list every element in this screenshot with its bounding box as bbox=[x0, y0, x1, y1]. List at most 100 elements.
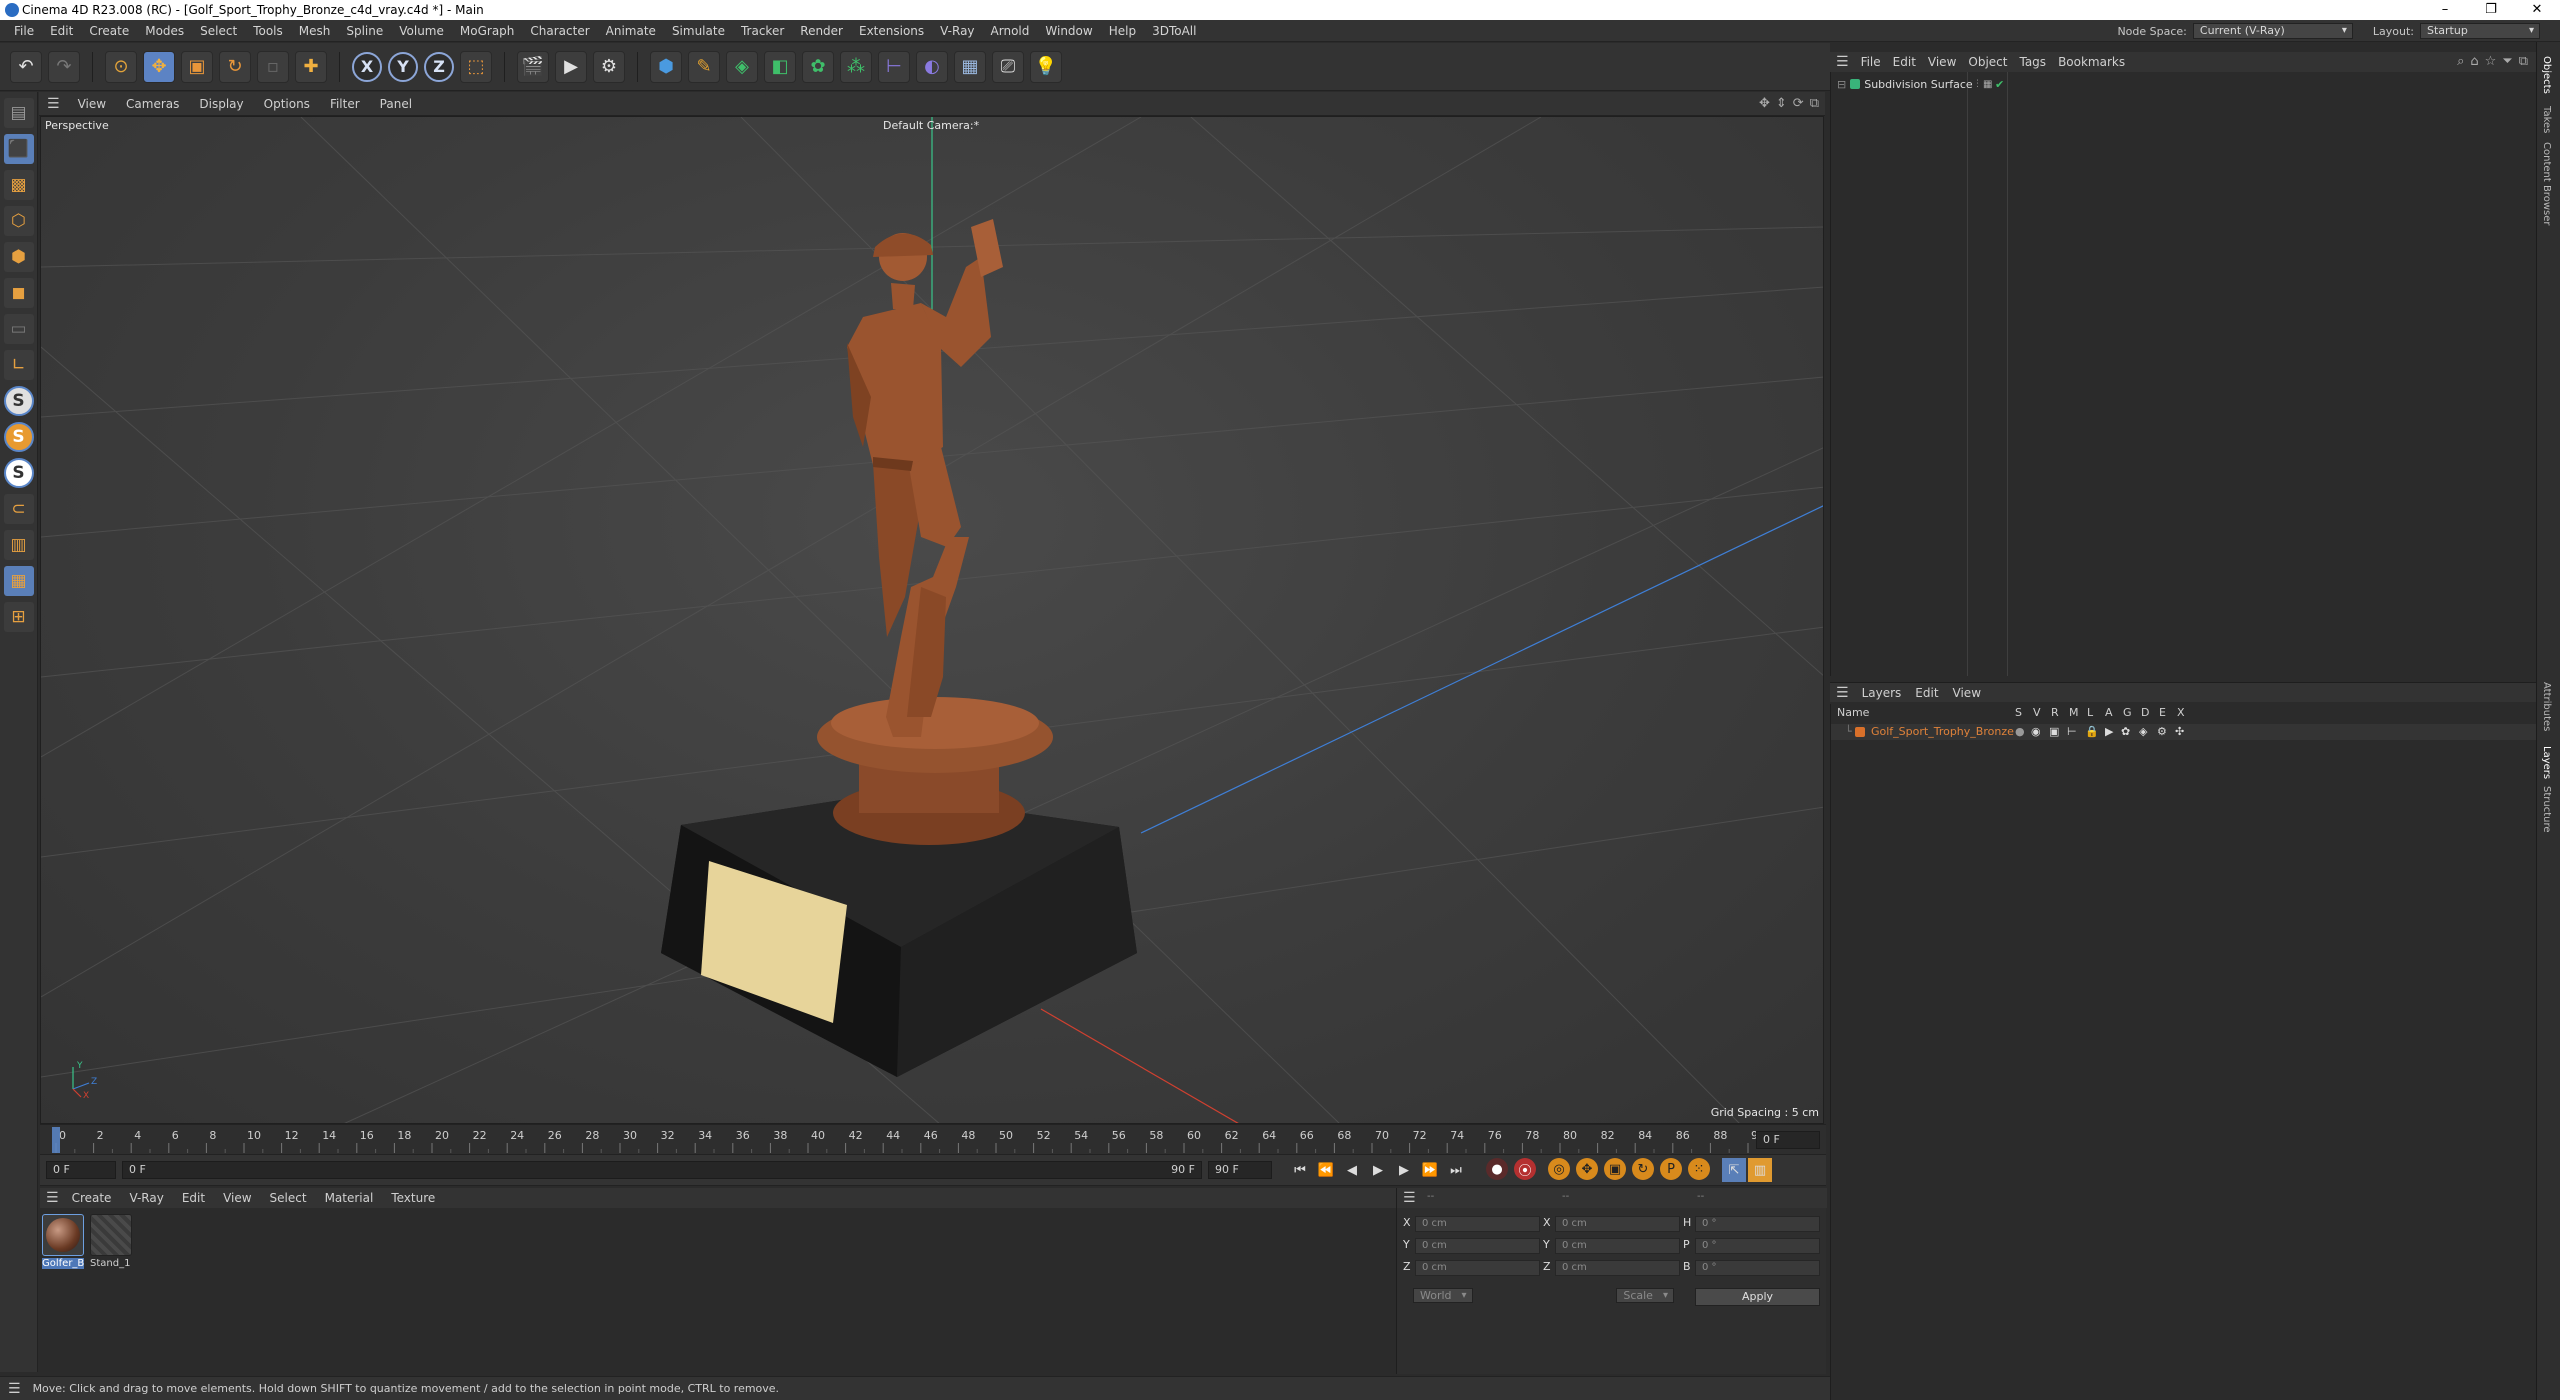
add-tool-icon[interactable]: ✚ bbox=[295, 50, 327, 83]
undo-button[interactable]: ↶ bbox=[10, 50, 42, 83]
grid-lock-icon[interactable]: ▦ bbox=[3, 566, 34, 596]
layer-xref-icon[interactable]: ✣ bbox=[2175, 725, 2184, 738]
object-menu-view[interactable]: View bbox=[1922, 55, 1962, 69]
material-menu-edit[interactable]: Edit bbox=[173, 1191, 214, 1205]
y-axis-lock-button[interactable]: Y bbox=[388, 51, 418, 82]
close-button[interactable]: ✕ bbox=[2514, 0, 2560, 20]
viewport-menu-filter[interactable]: Filter bbox=[322, 97, 368, 111]
render-settings-icon[interactable]: ⚙ bbox=[593, 50, 625, 83]
record-active-objects-icon[interactable]: ● bbox=[1486, 1158, 1508, 1180]
model-mode-icon[interactable]: ⬛ bbox=[3, 134, 34, 164]
layer-animation-icon[interactable]: ▶ bbox=[2105, 725, 2113, 738]
menu-simulate[interactable]: Simulate bbox=[664, 24, 733, 38]
position-x-field[interactable]: 0 cm bbox=[1415, 1216, 1540, 1232]
rotation-h-field[interactable]: 0 ° bbox=[1695, 1216, 1820, 1232]
rotation-p-field[interactable]: 0 ° bbox=[1695, 1238, 1820, 1254]
position-z-field[interactable]: 0 cm bbox=[1415, 1260, 1540, 1276]
keyframe-selection-icon[interactable]: ◎ bbox=[1548, 1158, 1570, 1180]
coordinate-system-icon[interactable]: ⬚ bbox=[460, 50, 492, 83]
menu-3dtoall[interactable]: 3DToAll bbox=[1144, 24, 1204, 38]
object-expand-icon[interactable]: ⊟ bbox=[1837, 78, 1846, 91]
layer-col-expressions[interactable]: E bbox=[2159, 706, 2166, 719]
menu-tools[interactable]: Tools bbox=[245, 24, 291, 38]
layer-col-view[interactable]: V bbox=[2033, 706, 2041, 719]
rotate-tool-icon[interactable]: ↻ bbox=[219, 50, 251, 83]
menu-vray[interactable]: V-Ray bbox=[932, 24, 982, 38]
menu-help[interactable]: Help bbox=[1101, 24, 1144, 38]
timeline-ruler[interactable]: 0 2 4 6 8 10 12 14 16 18 20 22 24 26 28 30 32 34 36 38 40 42 4… bbox=[40, 1124, 1826, 1154]
enabled-check-icon[interactable]: ✔ bbox=[1995, 78, 2004, 91]
pan-icon[interactable]: ✥ bbox=[1759, 96, 1770, 111]
object-menu-edit[interactable]: Edit bbox=[1887, 55, 1922, 69]
live-selection-tool-icon[interactable]: ⊙ bbox=[105, 50, 137, 83]
viewport-menu-display[interactable]: Display bbox=[191, 97, 251, 111]
layer-expression-icon[interactable]: ⚙ bbox=[2157, 725, 2167, 738]
zoom-icon[interactable]: ⇕ bbox=[1776, 96, 1787, 111]
recent-tool-icon[interactable]: ▫ bbox=[257, 50, 289, 83]
render-region-icon[interactable]: 🎬 bbox=[517, 50, 549, 83]
previous-frame-icon[interactable]: ◀ bbox=[1340, 1158, 1364, 1182]
home-icon[interactable]: ⌂ bbox=[2470, 54, 2478, 69]
cloner-icon[interactable]: ✿ bbox=[802, 50, 834, 83]
next-frame-icon[interactable]: ▶ bbox=[1392, 1158, 1416, 1182]
maximize-button[interactable]: ❐ bbox=[2468, 0, 2514, 20]
coordinates-hamburger-icon[interactable]: ☰ bbox=[1403, 1190, 1416, 1206]
layer-lock-icon[interactable]: 🔒 bbox=[2085, 725, 2099, 738]
layer-col-deformers[interactable]: D bbox=[2141, 706, 2149, 719]
viewport-menu-options[interactable]: Options bbox=[256, 97, 318, 111]
bookmark-icon[interactable]: ☆ bbox=[2485, 54, 2497, 69]
scale-tool-icon[interactable]: ▣ bbox=[181, 50, 213, 83]
viewport-menu-view[interactable]: View bbox=[70, 97, 114, 111]
axis-mode-icon[interactable]: ∟ bbox=[3, 350, 34, 380]
start-frame-field[interactable]: 0 F bbox=[46, 1161, 116, 1179]
apply-button[interactable]: Apply bbox=[1695, 1288, 1820, 1306]
mograph-icon[interactable]: ⁂ bbox=[840, 50, 872, 83]
menu-select[interactable]: Select bbox=[192, 24, 245, 38]
go-to-start-icon[interactable]: ⏮ bbox=[1288, 1158, 1312, 1182]
menu-animate[interactable]: Animate bbox=[598, 24, 664, 38]
menu-spline[interactable]: Spline bbox=[338, 24, 391, 38]
extrude-generator-icon[interactable]: ◧ bbox=[764, 50, 796, 83]
minimize-button[interactable]: – bbox=[2422, 0, 2468, 20]
motion-path-icon[interactable]: ⇱ bbox=[1722, 1158, 1746, 1182]
menu-tracker[interactable]: Tracker bbox=[733, 24, 792, 38]
points-mode-icon[interactable]: ⬡ bbox=[3, 206, 34, 236]
x-axis-lock-button[interactable]: X bbox=[352, 51, 382, 82]
golfer-statue[interactable] bbox=[847, 219, 1003, 737]
render-view-icon[interactable]: ▶ bbox=[555, 50, 587, 83]
workplane-snap-icon[interactable]: S bbox=[3, 458, 34, 488]
layer-generator-icon[interactable]: ✿ bbox=[2121, 725, 2130, 738]
viewport-menu-cameras[interactable]: Cameras bbox=[118, 97, 187, 111]
layer-row[interactable]: └ Golf_Sport_Trophy_Bronze ● ◉ ▣ ⊢ 🔒 ▶ ✿… bbox=[1831, 724, 2537, 740]
menu-mograph[interactable]: MoGraph bbox=[452, 24, 523, 38]
layout-dropdown[interactable]: Startup bbox=[2420, 23, 2540, 39]
texture-mode-icon[interactable]: ▩ bbox=[3, 170, 34, 200]
layer-manager-icon[interactable]: ⊢ bbox=[2067, 725, 2077, 738]
layer-menu-view[interactable]: View bbox=[1946, 686, 1988, 700]
snap-settings-icon[interactable]: S bbox=[3, 422, 34, 452]
size-y-field[interactable]: 0 cm bbox=[1555, 1238, 1680, 1254]
move-tool-icon[interactable]: ✥ bbox=[143, 50, 175, 83]
play-icon[interactable]: ▶ bbox=[1366, 1158, 1390, 1182]
autokeying-icon[interactable]: ⦿ bbox=[1514, 1158, 1536, 1180]
tab-layers[interactable]: Layers bbox=[2541, 746, 2552, 779]
material-hamburger-icon[interactable]: ☰ bbox=[46, 1190, 59, 1206]
playhead[interactable] bbox=[52, 1127, 60, 1153]
layer-name[interactable]: Golf_Sport_Trophy_Bronze bbox=[1871, 725, 2014, 738]
layer-col-generators[interactable]: G bbox=[2123, 706, 2132, 719]
layer-col-manager[interactable]: M bbox=[2069, 706, 2079, 719]
layer-col-locked[interactable]: L bbox=[2087, 706, 2093, 719]
coordinate-space-dropdown[interactable]: World bbox=[1413, 1288, 1473, 1303]
layer-col-xref[interactable]: X bbox=[2177, 706, 2185, 719]
material-menu-create[interactable]: Create bbox=[63, 1191, 121, 1205]
layer-deformer-icon[interactable]: ◈ bbox=[2139, 725, 2147, 738]
position-key-icon[interactable]: ✥ bbox=[1576, 1158, 1598, 1180]
menu-window[interactable]: Window bbox=[1037, 24, 1100, 38]
polygons-mode-icon[interactable]: ◼ bbox=[3, 278, 34, 308]
size-z-field[interactable]: 0 cm bbox=[1555, 1260, 1680, 1276]
z-axis-lock-button[interactable]: Z bbox=[424, 51, 454, 82]
previous-key-icon[interactable]: ⏪ bbox=[1314, 1158, 1338, 1182]
menu-character[interactable]: Character bbox=[522, 24, 597, 38]
menu-file[interactable]: File bbox=[6, 24, 42, 38]
object-hamburger-icon[interactable]: ☰ bbox=[1836, 54, 1849, 70]
